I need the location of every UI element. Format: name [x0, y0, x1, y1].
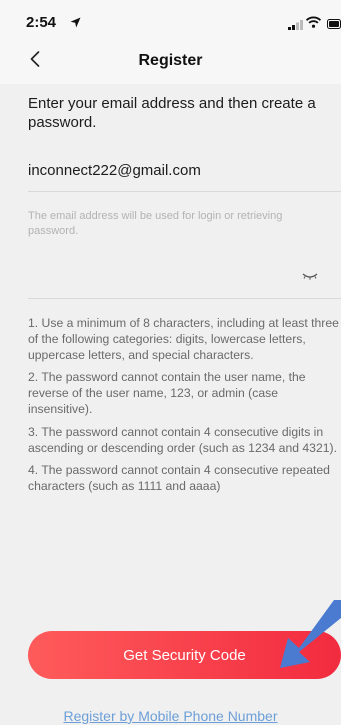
- rule-1: 1. Use a minimum of 8 characters, includ…: [28, 316, 339, 362]
- rule-3: 3. The password cannot contain 4 consecu…: [28, 424, 337, 455]
- email-hint: The email address will be used for login…: [28, 210, 283, 237]
- instruction-text: Enter your email address and then create…: [28, 95, 316, 131]
- rule-4: 4. The password cannot contain 4 consecu…: [28, 463, 330, 494]
- rule-2: 2. The password cannot contain the user …: [28, 370, 306, 416]
- eye-closed-icon[interactable]: [298, 270, 322, 284]
- page-title: Register: [138, 52, 203, 69]
- email-divider: [28, 191, 341, 192]
- wifi-icon: [305, 15, 322, 33]
- register-by-phone-link[interactable]: Register by Mobile Phone Number: [0, 708, 341, 724]
- register-form: Enter your email address and then create…: [0, 84, 341, 725]
- annotation-arrow-icon: [280, 600, 341, 668]
- signal-icon: [288, 17, 303, 35]
- status-time: 2:54: [26, 14, 57, 31]
- email-field[interactable]: inconnect222@gmail.com: [28, 162, 201, 179]
- nav-bar: Register: [0, 40, 341, 84]
- password-rules: 1. Use a minimum of 8 characters, includ…: [28, 316, 341, 502]
- location-arrow-icon: [70, 15, 81, 33]
- password-divider: [28, 298, 341, 299]
- battery-icon: [327, 16, 341, 34]
- password-field[interactable]: [28, 254, 341, 298]
- status-bar: 2:54: [0, 0, 341, 40]
